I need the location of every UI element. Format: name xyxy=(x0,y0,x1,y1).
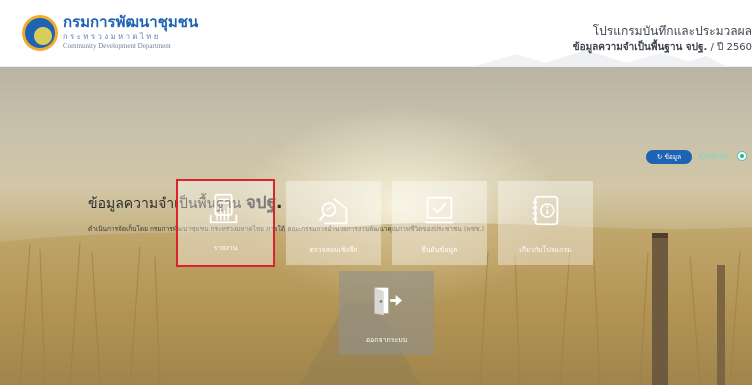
org-name-th: กรมการพัฒนาชุมชน xyxy=(63,13,199,31)
menu-tile-inspect[interactable]: ตรวจสอบเชิงลึก xyxy=(286,181,381,265)
about-icon xyxy=(532,195,559,226)
confirm-icon xyxy=(425,196,454,224)
logout-icon xyxy=(374,287,403,316)
org-name-en: Community Development Department xyxy=(63,42,171,50)
ministry-name: กระทรวงมหาดไทย xyxy=(63,32,161,41)
menu-label: รายงาน xyxy=(213,244,238,252)
program-info: โปรแกรมบันทึกและประมวลผล ข้อมูลความจำเป็… xyxy=(573,24,752,55)
menu-label: ตรวจสอบเชิงลึก xyxy=(309,246,358,254)
online-indicator-icon xyxy=(737,151,747,161)
menu-label: ยืนยันข้อมูล xyxy=(421,246,458,254)
inspect-icon xyxy=(318,197,348,225)
menu-tile-confirm[interactable]: ยืนยันข้อมูล xyxy=(392,181,487,265)
brand: กรมการพัฒนาชุมชน กระทรวงมหาดไทย Communit… xyxy=(63,14,198,51)
menu-tile-report[interactable]: รายงาน xyxy=(176,179,275,267)
menu-label: ออกจากระบบ xyxy=(365,336,408,344)
program-subtitle: ข้อมูลความจำเป็นพื้นฐาน จปฐ. / ปี 2560 xyxy=(572,42,752,53)
org-logo[interactable] xyxy=(22,15,58,51)
info-button[interactable]: ↻ ข้อมูล xyxy=(646,150,692,164)
online-status-label: Online xyxy=(699,152,729,162)
program-title: โปรแกรมบันทึกและประมวลผล xyxy=(592,24,752,38)
hero-background: ↻ ข้อมูล Online ข้อมูลความจำเป็นพื้นฐาน … xyxy=(0,67,752,385)
report-icon xyxy=(209,193,238,224)
menu-label: เกี่ยวกับโปรแกรม xyxy=(519,246,572,254)
menu-tile-about[interactable]: เกี่ยวกับโปรแกรม xyxy=(498,181,593,265)
menu-tile-logout[interactable]: ออกจากระบบ xyxy=(339,271,434,355)
header: กรมการพัฒนาชุมชน กระทรวงมหาดไทย Communit… xyxy=(0,0,752,67)
